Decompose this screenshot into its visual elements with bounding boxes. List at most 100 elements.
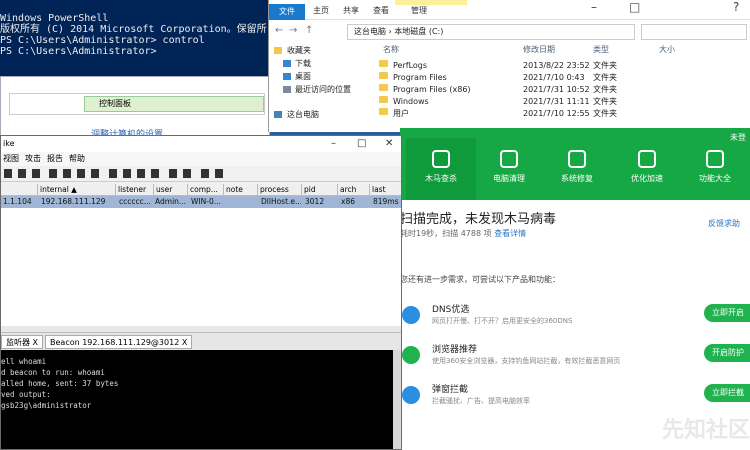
security-header: 未登 木马查杀 电脑清理 系统修复 优化加速 功能大全: [400, 128, 750, 200]
column-name[interactable]: 名称: [383, 44, 399, 56]
back-icon[interactable]: ←: [275, 25, 283, 36]
toolbar-icon[interactable]: [4, 169, 12, 178]
menu-reports[interactable]: 报告: [47, 152, 63, 166]
block-popup-button[interactable]: 立即拦截: [704, 384, 750, 402]
watermark: 先知社区: [661, 418, 750, 443]
column-user[interactable]: user: [153, 184, 187, 196]
close-icon[interactable]: ✕: [385, 136, 393, 152]
beacon-table: internal ▲ listener user comp... note pr…: [1, 184, 401, 328]
browser-icon: [402, 346, 420, 364]
folder-icon: [379, 96, 388, 103]
tab-cleanup[interactable]: 电脑清理: [474, 150, 544, 184]
tree-item-this-pc[interactable]: 这台电脑: [269, 108, 361, 121]
help-icon[interactable]: ?: [733, 0, 739, 14]
file-row[interactable]: PerfLogs 2013/8/22 23:52 文件夹: [365, 60, 750, 72]
tree-item-downloads[interactable]: 下载: [269, 57, 361, 70]
recent-icon: [283, 86, 291, 93]
ribbon-tab-share[interactable]: 共享: [343, 5, 359, 16]
column-computer[interactable]: comp...: [187, 184, 223, 196]
login-status[interactable]: 未登: [730, 132, 746, 143]
file-list-header: 名称 修改日期 类型 大小: [365, 44, 750, 56]
security-app-window[interactable]: 未登 木马查杀 电脑清理 系统修复 优化加速 功能大全 扫描完成，未发现木马病毒…: [400, 128, 750, 450]
popup-block-icon: [402, 386, 420, 404]
column-internal[interactable]: internal ▲: [37, 184, 115, 196]
cs-title: ike: [3, 139, 15, 148]
toolbar-icon[interactable]: [123, 169, 131, 178]
toolbar-icon[interactable]: [63, 169, 71, 178]
console-line: alled home, sent: 37 bytes: [1, 379, 119, 388]
cs-toolbar: [1, 166, 401, 182]
menu-help[interactable]: 帮助: [69, 152, 85, 166]
toolbar-icon[interactable]: [109, 169, 117, 178]
column-last[interactable]: last: [369, 184, 401, 196]
minimize-icon[interactable]: –: [591, 0, 597, 14]
console-line: ved output:: [1, 390, 51, 399]
toolbar-icon[interactable]: [77, 169, 85, 178]
cobalt-strike-window[interactable]: ike – □ ✕ 视图 攻击 报告 帮助 internal ▲ listene…: [0, 135, 402, 450]
column-listener[interactable]: listener: [115, 184, 153, 196]
explorer-address-bar[interactable]: 这台电脑 › 本地磁盘 (C:): [347, 24, 635, 40]
toolbar-icon[interactable]: [91, 169, 99, 178]
beacon-console[interactable]: ell whoami d beacon to run: whoami alled…: [1, 350, 393, 449]
desktop-icon: [283, 73, 291, 80]
tree-item-desktop[interactable]: 桌面: [269, 70, 361, 83]
file-row[interactable]: 用户 2021/7/10 12:55 文件夹: [365, 108, 750, 120]
tab-repair[interactable]: 系统修复: [542, 150, 612, 184]
file-row[interactable]: Windows 2021/7/31 11:11 文件夹: [365, 96, 750, 108]
ribbon-tab-home[interactable]: 主页: [313, 5, 329, 16]
enable-protection-button[interactable]: 开启防护: [704, 344, 750, 362]
control-panel-window[interactable]: 控制面板 调整计算机的设置: [0, 76, 270, 140]
menu-attacks[interactable]: 攻击: [25, 152, 41, 166]
tab-listeners[interactable]: 监听器 X: [1, 335, 44, 349]
toolbar-icon[interactable]: [137, 169, 145, 178]
tab-trojan-scan[interactable]: 木马查杀: [406, 138, 476, 200]
maximize-icon[interactable]: □: [629, 0, 640, 14]
toolbar-icon[interactable]: [18, 169, 26, 178]
file-row[interactable]: Program Files (x86) 2021/7/31 10:52 文件夹: [365, 84, 750, 96]
minimize-icon[interactable]: –: [331, 136, 336, 152]
file-row[interactable]: Program Files 2021/7/10 0:43 文件夹: [365, 72, 750, 84]
control-panel-address-bar[interactable]: 控制面板: [9, 93, 265, 115]
product-item: 弹窗拦截 拦截骚扰、广告、提高电脑效率 立即拦截: [400, 378, 750, 414]
toolbar-icon[interactable]: [49, 169, 57, 178]
up-icon[interactable]: ↑: [305, 25, 313, 36]
grid-icon: [706, 150, 724, 168]
toolbar-icon[interactable]: [215, 169, 223, 178]
product-item: DNS优选 网页打开慢、打不开？启用更安全的360DNS 立即开启: [400, 298, 750, 334]
toolbar-icon[interactable]: [32, 169, 40, 178]
toolbar-icon[interactable]: [151, 169, 159, 178]
column-arch[interactable]: arch: [337, 184, 369, 196]
column-pid[interactable]: pid: [301, 184, 337, 196]
forward-icon[interactable]: →: [289, 25, 297, 36]
tree-item-recent[interactable]: 最近访问的位置: [269, 83, 361, 96]
table-row[interactable]: 1.1.104 192.168.111.129 cccccc... Admin.…: [1, 196, 401, 208]
column-date[interactable]: 修改日期: [523, 44, 555, 56]
computer-icon: [274, 111, 282, 118]
tab-features[interactable]: 功能大全: [680, 150, 750, 184]
tab-speedup[interactable]: 优化加速: [612, 150, 682, 184]
file-explorer-window[interactable]: 文件 主页 共享 查看 管理 – □ ? ← → ↑ 这台电脑 › 本地磁盘 (…: [268, 0, 750, 132]
explorer-search-input[interactable]: [641, 24, 747, 40]
powershell-window[interactable]: Windows PowerShell 版权所有 (C) 2014 Microso…: [0, 0, 270, 80]
column-type[interactable]: 类型: [593, 44, 609, 56]
console-line: gsb23g\administrator: [1, 401, 92, 410]
feedback-link[interactable]: 反馈求助: [708, 218, 740, 229]
toolbar-icon[interactable]: [183, 169, 191, 178]
toolbar-icon[interactable]: [201, 169, 209, 178]
column-process[interactable]: process: [257, 184, 301, 196]
ribbon-tab-manage[interactable]: 管理: [411, 5, 427, 16]
cs-tab-bar: 监听器 X Beacon 192.168.111.129@3012 X: [1, 332, 401, 350]
ribbon-tab-view[interactable]: 查看: [373, 5, 389, 16]
menu-view[interactable]: 视图: [3, 152, 19, 166]
column-note[interactable]: note: [223, 184, 257, 196]
ribbon-tab-file[interactable]: 文件: [269, 4, 305, 20]
vertical-scrollbar[interactable]: [393, 350, 401, 449]
ps-line: 版权所有 (C) 2014 Microsoft Corporation。保留所: [0, 24, 267, 35]
toolbar-icon[interactable]: [169, 169, 177, 178]
tree-item-favorites[interactable]: 收藏夹: [269, 44, 361, 57]
details-link[interactable]: 查看详情: [494, 229, 526, 238]
enable-dns-button[interactable]: 立即开启: [704, 304, 750, 322]
tab-beacon[interactable]: Beacon 192.168.111.129@3012 X: [45, 335, 193, 349]
column-size[interactable]: 大小: [659, 44, 675, 56]
maximize-icon[interactable]: □: [357, 136, 366, 152]
